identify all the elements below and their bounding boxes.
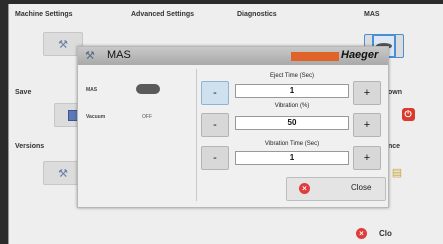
shutdown-tile[interactable]: ⏻ (389, 103, 427, 125)
eject-time-label: Eject Time (Sec) (269, 73, 314, 79)
power-icon: ⏻ (401, 107, 415, 121)
dialog-close-button[interactable]: × Close (286, 177, 386, 201)
close-icon: × (356, 228, 367, 239)
tab-diagnostics[interactable]: Diagnostics (237, 11, 277, 18)
tab-machine-settings[interactable]: Machine Settings (15, 11, 73, 18)
dialog-title: MAS (107, 49, 131, 61)
vibration-time-plus-button[interactable]: + (353, 146, 381, 170)
vibration-label: Vibration (%) (274, 103, 310, 109)
versions-section-label: Versions (15, 143, 45, 150)
document-icon: ▤ (391, 166, 403, 179)
vibration-time-label: Vibration Time (Sec) (264, 141, 320, 147)
vibration-time-input[interactable]: 1 (235, 151, 349, 165)
maintenance-tile[interactable]: ▤ (389, 161, 405, 183)
brand-logo: Haeger (341, 49, 379, 61)
mas-row-label: MAS (86, 87, 98, 93)
mas-dialog: ⚒ MAS Haeger MAS Vacuum OFF Eject Time (… (77, 46, 389, 208)
tab-advanced-settings[interactable]: Advanced Settings (131, 11, 194, 18)
maintenance-section-label-partial: nce (388, 143, 401, 150)
shutdown-section-label-partial: own (388, 89, 402, 96)
dialog-divider (196, 69, 197, 201)
dialog-close-label: Close (351, 183, 372, 192)
vibration-input[interactable]: 50 (235, 116, 349, 130)
background-close-label: Clo (379, 229, 392, 238)
mas-toggle[interactable] (136, 84, 160, 94)
eject-time-plus-button[interactable]: + (353, 81, 381, 105)
eject-time-input[interactable]: 1 (235, 84, 349, 98)
close-icon: × (299, 183, 310, 194)
eject-time-minus-button[interactable]: - (201, 81, 229, 105)
vacuum-toggle[interactable]: OFF (142, 114, 152, 120)
save-section-label: Save (15, 89, 32, 96)
wrench-icon: ⚒ (58, 167, 68, 180)
vibration-minus-button[interactable]: - (201, 113, 229, 137)
brand-bar (291, 52, 339, 61)
background-close-button[interactable]: × Clo (356, 228, 392, 239)
wrench-icon: ⚒ (85, 50, 95, 62)
vacuum-row-label: Vacuum (86, 114, 106, 120)
dialog-header: ⚒ MAS Haeger (78, 47, 388, 65)
tab-mas[interactable]: MAS (364, 11, 380, 18)
wrench-icon: ⚒ (58, 38, 68, 51)
vibration-plus-button[interactable]: + (353, 113, 381, 137)
vibration-time-minus-button[interactable]: - (201, 146, 229, 170)
